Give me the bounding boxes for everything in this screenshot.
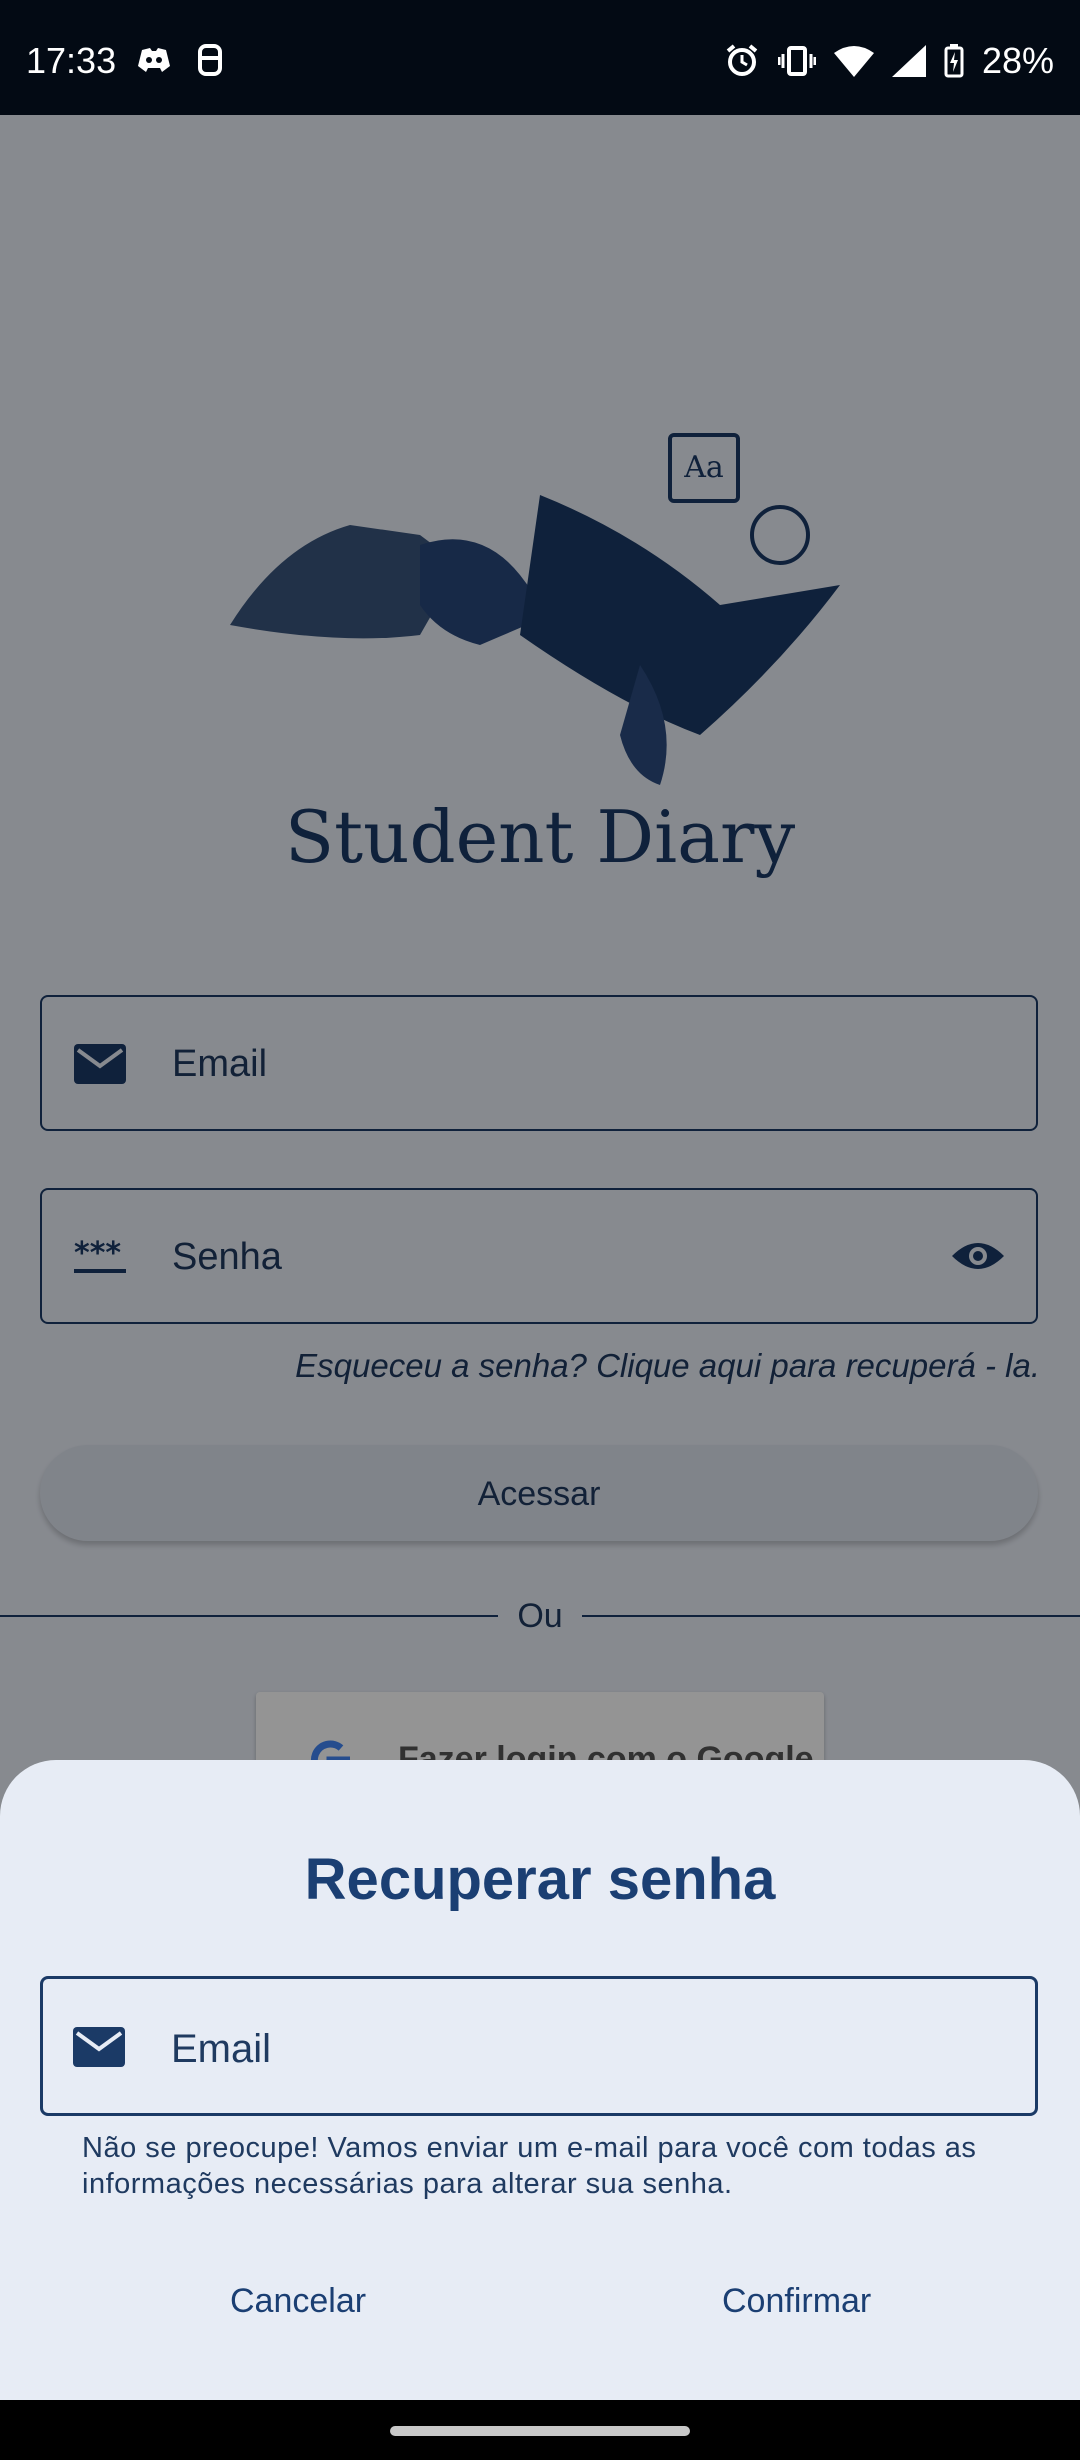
discord-icon xyxy=(138,48,170,72)
sheet-title: Recuperar senha xyxy=(304,1847,776,1912)
recover-email-label: Email xyxy=(171,2027,272,2071)
home-indicator[interactable] xyxy=(390,2426,690,2436)
recover-email-field[interactable]: Email xyxy=(40,1976,1038,2116)
status-bar: 17:33 28% xyxy=(0,0,1080,115)
nav-bar xyxy=(0,2400,1080,2460)
mail-icon xyxy=(73,2027,125,2067)
recover-password-sheet: Recuperar senha Email Não se preocupe! V… xyxy=(0,1760,1080,2400)
signal-icon xyxy=(891,45,926,77)
cancel-button[interactable]: Cancelar xyxy=(230,2282,366,2321)
confirm-button[interactable]: Confirmar xyxy=(722,2282,871,2321)
battery-percent: 28% xyxy=(981,40,1054,81)
alarm-icon xyxy=(726,44,758,76)
status-left-icons xyxy=(136,44,224,76)
wifi-icon xyxy=(833,46,874,77)
status-right-icons: 28% xyxy=(724,40,1054,82)
vibrate-icon xyxy=(777,46,816,76)
battery-charging-icon xyxy=(944,44,964,78)
lifebuoy-icon xyxy=(198,44,222,76)
status-time: 17:33 xyxy=(26,40,117,81)
helper-text: Não se preocupe! Vamos enviar um e-mail … xyxy=(82,2132,977,2200)
